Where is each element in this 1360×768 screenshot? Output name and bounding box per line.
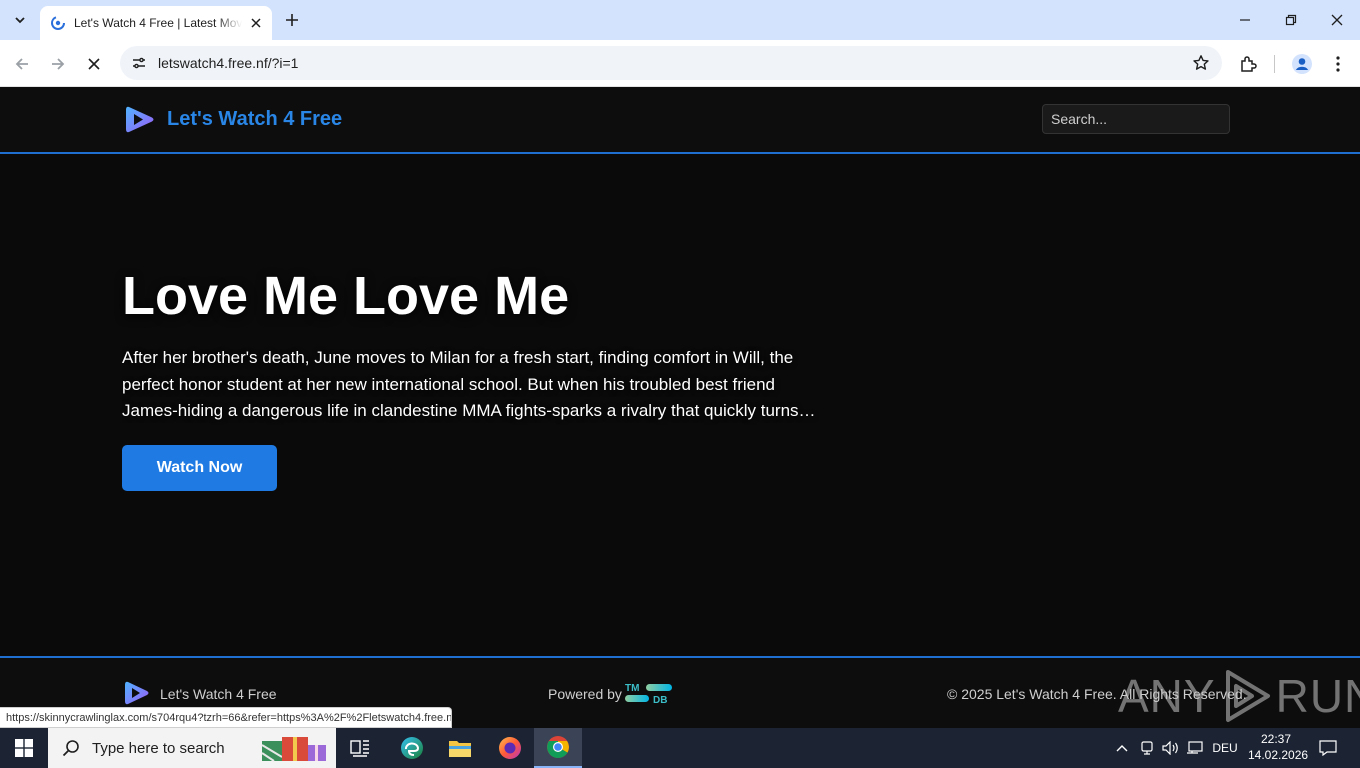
url-text: letswatch4.free.nf/?i=1	[158, 55, 299, 71]
volume-icon[interactable]	[1160, 728, 1182, 768]
gifts-illustration-icon	[261, 737, 326, 762]
task-view-icon[interactable]	[336, 728, 384, 768]
clock-date: 14.02.2026	[1248, 748, 1309, 762]
more-menu-icon[interactable]	[1326, 52, 1350, 76]
search-icon	[62, 740, 79, 757]
windows-taskbar: Type here to search DEU 22:37 14.02.2026	[0, 728, 1360, 768]
toolbar-divider	[1274, 55, 1275, 73]
tmdb-logo[interactable]: TM DB	[624, 682, 674, 704]
file-explorer-icon[interactable]	[436, 728, 484, 768]
loading-favicon-icon	[51, 16, 65, 30]
tab-search-chevron-icon[interactable]	[8, 8, 32, 32]
site-logo-play-icon[interactable]	[124, 104, 155, 135]
tab-close-icon[interactable]	[248, 15, 264, 31]
link-status-bubble: https://skinnycrawlinglax.com/s704rqu4?t…	[0, 707, 452, 728]
taskbar-search-placeholder: Type here to search	[92, 739, 225, 757]
back-arrow-icon[interactable]	[8, 50, 36, 78]
browser-toolbar: letswatch4.free.nf/?i=1	[0, 40, 1360, 87]
footer-site-name: Let's Watch 4 Free	[160, 686, 277, 702]
restore-icon[interactable]	[1268, 0, 1314, 40]
clock-time: 22:37	[1260, 732, 1292, 746]
network-icon[interactable]	[1184, 728, 1206, 768]
tab-title: Let's Watch 4 Free | Latest Movies	[74, 16, 242, 30]
web-page: Let's Watch 4 Free Love Me Love Me After…	[0, 87, 1360, 728]
bookmark-star-icon[interactable]	[1192, 54, 1210, 72]
watch-now-button[interactable]: Watch Now	[122, 445, 277, 491]
watermark-left: ANY	[1118, 670, 1216, 722]
close-window-icon[interactable]	[1314, 0, 1360, 40]
firefox-icon[interactable]	[486, 728, 534, 768]
watermark-right: RUN	[1275, 670, 1360, 722]
stop-loading-icon[interactable]	[80, 50, 108, 78]
new-tab-plus-icon[interactable]	[282, 10, 302, 30]
powered-by-text: Powered by	[548, 686, 622, 702]
taskbar-clock[interactable]: 22:37 14.02.2026	[1248, 731, 1309, 763]
site-settings-icon[interactable]	[122, 46, 156, 80]
browser-tab-bar: Let's Watch 4 Free | Latest Movies	[0, 0, 1360, 40]
footer-logo-play-icon	[125, 681, 149, 705]
hero-title: Love Me Love Me	[122, 266, 570, 326]
notifications-icon[interactable]	[1314, 728, 1342, 768]
svg-text:DB: DB	[653, 695, 667, 704]
active-tab[interactable]: Let's Watch 4 Free | Latest Movies	[40, 6, 272, 40]
site-header: Let's Watch 4 Free	[0, 87, 1360, 154]
forward-arrow-icon[interactable]	[44, 50, 72, 78]
chrome-icon[interactable]	[534, 728, 582, 768]
svg-text:TM: TM	[625, 683, 639, 694]
watermark-play-icon	[1225, 670, 1270, 722]
windows-start-icon[interactable]	[0, 728, 48, 768]
hero-description: After her brother's death, June moves to…	[122, 348, 799, 420]
input-language[interactable]: DEU	[1208, 728, 1242, 768]
minimize-icon[interactable]	[1222, 0, 1268, 40]
address-bar[interactable]: letswatch4.free.nf/?i=1	[120, 46, 1222, 80]
site-search-input[interactable]	[1042, 104, 1230, 134]
extensions-puzzle-icon[interactable]	[1236, 52, 1260, 76]
anyrun-watermark: ANY RUN	[1118, 666, 1360, 726]
profile-avatar-icon[interactable]	[1290, 52, 1314, 76]
edge-browser-icon[interactable]	[388, 728, 436, 768]
taskbar-search-box[interactable]: Type here to search	[48, 728, 336, 768]
site-title[interactable]: Let's Watch 4 Free	[167, 108, 342, 131]
meet-now-icon[interactable]	[1137, 728, 1157, 768]
tray-overflow-chevron-icon[interactable]	[1112, 728, 1132, 768]
